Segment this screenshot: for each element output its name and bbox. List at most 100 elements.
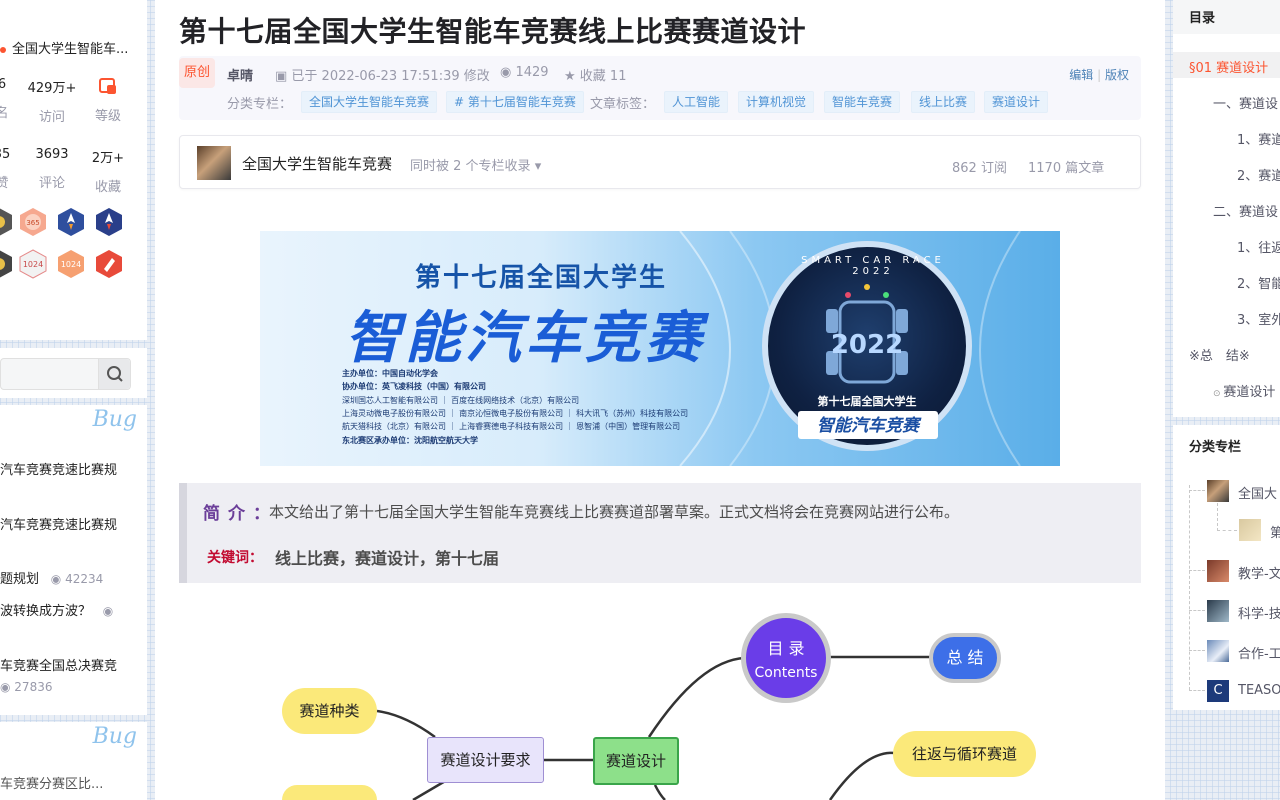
column-thumbnail bbox=[197, 146, 231, 180]
hot-article-item[interactable]: 汽车竞赛竞速比赛规 bbox=[0, 459, 147, 478]
column-article-count: 1170 篇文章 bbox=[1028, 161, 1105, 176]
category-item[interactable]: 第 bbox=[1270, 522, 1280, 541]
toc-item[interactable]: 二、赛道设 bbox=[1213, 201, 1278, 220]
badge-icon[interactable]: 365 bbox=[18, 207, 48, 237]
hot-article-item[interactable]: 题规划 ◉ 42234 bbox=[0, 568, 147, 587]
article-tag[interactable]: 智能车竞赛 bbox=[824, 91, 901, 113]
category-item[interactable]: 合作-工 bbox=[1238, 643, 1280, 662]
search-card bbox=[0, 348, 147, 398]
toc-item[interactable]: 1、赛道 bbox=[1237, 129, 1280, 148]
original-badge: 原创 bbox=[179, 58, 215, 88]
article-main: 第十七届全国大学生智能车竞赛线上比赛赛道设计 原创 卓晴 ▣ 已于 2022-0… bbox=[155, 0, 1165, 800]
category-thumbnail bbox=[1207, 480, 1229, 502]
pen-badge-icon[interactable] bbox=[94, 249, 124, 279]
category-thumbnail bbox=[1207, 560, 1229, 582]
bug-tag: Bug bbox=[92, 724, 137, 749]
author-name[interactable]: 卓晴 bbox=[227, 65, 253, 84]
hot-article-views: ◉ 27836 bbox=[0, 680, 53, 694]
category-tag[interactable]: # 第十七届智能车竞赛 bbox=[446, 91, 584, 113]
toc-item[interactable]: §01 赛道设计 bbox=[1189, 57, 1268, 76]
eye-icon: ◉ bbox=[43, 572, 66, 586]
category-label: 分类专栏： bbox=[227, 97, 293, 112]
svg-text:365: 365 bbox=[26, 219, 39, 227]
article-tag[interactable]: 计算机视觉 bbox=[738, 91, 815, 113]
caret-down-icon: ▾ bbox=[534, 159, 542, 174]
view-count: ◉ 1429 bbox=[500, 65, 549, 80]
column-included[interactable]: 同时被 2 个专栏收录 ▾ bbox=[410, 155, 541, 174]
tags-label: 文章标签： bbox=[590, 97, 656, 112]
contest-banner-image: 第十七届全国大学生 智能汽车竞赛 主办单位：中国自动化学会 协办单位：英飞凌科技… bbox=[260, 231, 1060, 466]
mindmap-node-requirements: 赛道设计要求 bbox=[427, 737, 544, 783]
stat-favorites: 2万+ 收藏 bbox=[91, 151, 125, 195]
svg-text:1024: 1024 bbox=[61, 260, 81, 269]
category-panel: 分类专栏 全国大 第 教学-文 科学-技 合作-工 C TEASO bbox=[1173, 425, 1280, 710]
mindmap-node-bottom bbox=[282, 785, 377, 800]
mindmap-node-contents: 目 录 Contents bbox=[741, 613, 831, 703]
search-button[interactable] bbox=[98, 359, 130, 389]
abstract-text: 本文给出了第十七届全国大学生智能车竞赛线上比赛赛道部署草案。正式文档将会在竞赛网… bbox=[269, 503, 960, 521]
stat-visits: 429万+ 访问 bbox=[27, 81, 77, 125]
abstract-label: 简介： bbox=[203, 504, 278, 524]
article-tag[interactable]: 线上比赛 bbox=[911, 91, 976, 113]
column-subscriptions: 862 订阅 bbox=[952, 161, 1007, 176]
bullet-icon: ⊙ bbox=[1213, 389, 1224, 399]
profile-name[interactable]: 全国大学生智能车... bbox=[0, 38, 147, 57]
rocket-badge-icon[interactable] bbox=[56, 207, 86, 237]
star-icon: ★ bbox=[564, 69, 580, 84]
hot-article-item[interactable]: 车竞赛分赛区比... bbox=[0, 773, 147, 792]
eye-icon: ◉ bbox=[500, 65, 516, 80]
banner-line2: 智能汽车竞赛 bbox=[345, 306, 705, 371]
column-name[interactable]: 全国大学生智能车竞赛 bbox=[242, 153, 392, 174]
toc-panel: 目录 §01 赛道设计 一、赛道设 1、赛道 2、赛道 二、赛道设 1、往返 2… bbox=[1173, 0, 1280, 417]
category-thumbnail bbox=[1207, 640, 1229, 662]
edit-link[interactable]: 编辑 bbox=[1069, 68, 1093, 82]
category-tag[interactable]: 全国大学生智能车竞赛 bbox=[301, 91, 438, 113]
toc-item[interactable]: 2、赛道 bbox=[1237, 165, 1280, 184]
toc-item[interactable]: 3、室外 bbox=[1237, 309, 1280, 328]
category-item[interactable]: 教学-文 bbox=[1238, 563, 1280, 582]
abstract-box: 简介： 本文给出了第十七届全国大学生智能车竞赛线上比赛赛道部署草案。正式文档将会… bbox=[179, 483, 1141, 583]
keywords-label: 关键词： bbox=[207, 550, 263, 566]
keywords-text: 线上比赛，赛道设计，第十七届 bbox=[275, 549, 500, 568]
copyright-link[interactable]: 版权 bbox=[1105, 68, 1129, 82]
hot-article-item[interactable]: 汽车竞赛竞速比赛规 bbox=[0, 514, 147, 533]
category-item[interactable]: TEASO bbox=[1238, 683, 1280, 698]
toc-title: 目录 bbox=[1173, 0, 1280, 34]
modified-time: ▣ 已于 2022-06-23 17:51:39 修改 bbox=[275, 69, 490, 84]
status-dot bbox=[0, 46, 6, 53]
article-tag[interactable]: 赛道设计 bbox=[984, 91, 1049, 113]
stat-comments: 3693 评论 bbox=[35, 147, 69, 191]
bug-tag: Bug bbox=[92, 407, 137, 432]
toc-item[interactable]: ⊙ 赛道设计 bbox=[1213, 381, 1275, 400]
hot-articles-card-2: Bug 车竞赛分赛区比... bbox=[0, 722, 147, 800]
category-item[interactable]: 科学-技 bbox=[1238, 603, 1280, 622]
mindmap-node-loop: 往返与循环赛道 bbox=[893, 731, 1036, 777]
column-card[interactable]: 全国大学生智能车竞赛 同时被 2 个专栏收录 ▾ 862 订阅 1170 篇文章 bbox=[179, 135, 1141, 189]
mindmap-node-summary: 总 结 bbox=[929, 633, 1001, 683]
category-thumbnail: C bbox=[1207, 680, 1229, 702]
category-item[interactable]: 全国大 bbox=[1238, 483, 1277, 502]
favorite-count[interactable]: ★ 收藏 11 bbox=[564, 65, 626, 84]
article-tag[interactable]: 人工智能 bbox=[664, 91, 729, 113]
svg-text:1024: 1024 bbox=[23, 260, 43, 269]
toc-item[interactable]: 1、往返 bbox=[1237, 237, 1280, 256]
badge-icon[interactable] bbox=[0, 249, 14, 279]
toc-item[interactable]: ※总 结※ bbox=[1189, 345, 1250, 364]
category-thumbnail bbox=[1207, 600, 1229, 622]
hot-articles-card: Bug 汽车竞赛竞速比赛规 汽车竞赛竞速比赛规 题规划 ◉ 42234 波转换成… bbox=[0, 405, 147, 715]
stat-level[interactable]: 等级 bbox=[78, 77, 138, 124]
hot-article-item[interactable]: 车竞赛全国总决赛竞 bbox=[0, 655, 147, 674]
badge-1024-icon[interactable]: 1024 bbox=[18, 249, 48, 279]
hot-article-item[interactable]: 波转换成方波？ ◉ bbox=[0, 600, 147, 619]
search-icon bbox=[107, 366, 123, 382]
badge-1024-icon[interactable]: 1024 bbox=[56, 249, 86, 279]
rocket-badge-icon[interactable] bbox=[94, 207, 124, 237]
badge-icon[interactable] bbox=[0, 207, 14, 237]
toc-item[interactable]: 一、赛道设 bbox=[1213, 93, 1278, 112]
toc-item[interactable]: 2、智能 bbox=[1237, 273, 1280, 292]
mindmap-node-types: 赛道种类 bbox=[282, 688, 377, 734]
eye-icon: ◉ bbox=[95, 604, 114, 618]
search-input[interactable] bbox=[0, 358, 131, 390]
article-title: 第十七届全国大学生智能车竞赛线上比赛赛道设计 bbox=[179, 15, 807, 48]
banner-logo-circle: SMART CAR RACE 2022 2022 第十七届全国大学生 智能汽车竞… bbox=[762, 241, 972, 451]
